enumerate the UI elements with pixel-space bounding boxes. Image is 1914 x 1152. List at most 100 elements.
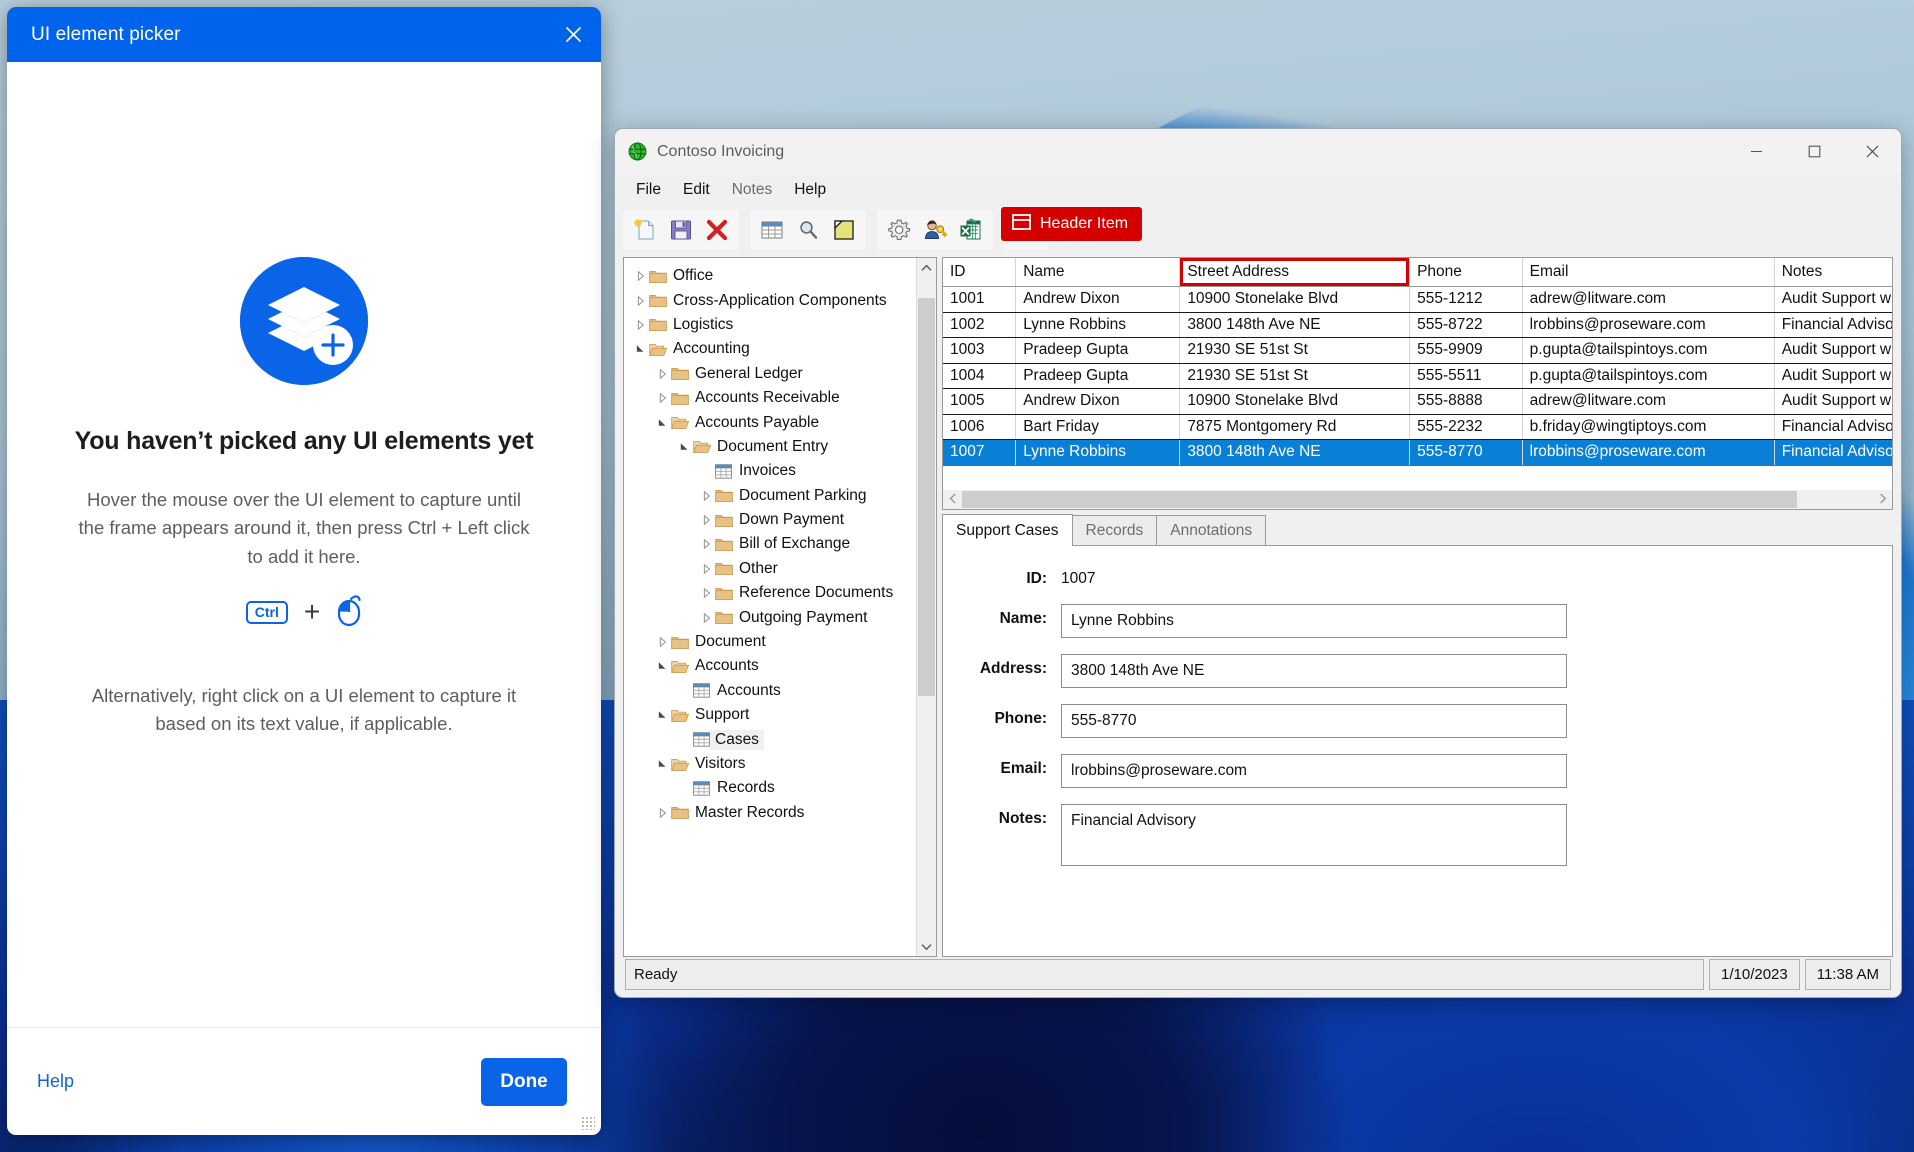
grid-cell[interactable]: 555-9909	[1410, 338, 1523, 364]
grid-cell[interactable]: 1001	[943, 287, 1016, 313]
table-row[interactable]: 1003Pradeep Gupta21930 SE 51st St555-990…	[943, 338, 1893, 364]
grid-column-header-notes[interactable]: Notes	[1774, 258, 1893, 287]
grid-cell[interactable]: 3800 148th Ave NE	[1180, 440, 1410, 466]
notes-field[interactable]: Financial Advisory	[1061, 804, 1567, 866]
chevron-down-icon[interactable]	[632, 344, 649, 354]
grid-cell[interactable]: 7875 Montgomery Rd	[1180, 414, 1410, 440]
tree-node-master-records[interactable]: Master Records	[624, 801, 916, 825]
tree-node-accounts-payable[interactable]: Accounts Payable	[624, 410, 916, 434]
chevron-right-icon[interactable]	[698, 564, 715, 574]
user-key-icon[interactable]	[918, 213, 952, 247]
grid-cell[interactable]: 1002	[943, 312, 1016, 338]
grid-cell[interactable]: 555-8770	[1410, 440, 1523, 466]
table-row[interactable]: 1006Bart Friday7875 Montgomery Rd555-223…	[943, 414, 1893, 440]
tree-node-cross-application-components[interactable]: Cross-Application Components	[624, 288, 916, 312]
chevron-right-icon[interactable]	[698, 613, 715, 623]
email-field[interactable]: lrobbins@proseware.com	[1061, 754, 1567, 788]
grid-cell[interactable]: 10900 Stonelake Blvd	[1180, 287, 1410, 313]
tree-node-office[interactable]: Office	[624, 264, 916, 288]
grid-cell[interactable]: 1004	[943, 363, 1016, 389]
tree-node-down-payment[interactable]: Down Payment	[624, 508, 916, 532]
grid-cell[interactable]: 1007	[943, 440, 1016, 466]
scroll-left-icon[interactable]	[943, 493, 962, 507]
grid-cell[interactable]: 10900 Stonelake Blvd	[1180, 389, 1410, 415]
grid-cell[interactable]: 1003	[943, 338, 1016, 364]
help-link[interactable]: Help	[37, 1071, 74, 1092]
tree-node-invoices[interactable]: Invoices	[624, 459, 916, 483]
new-document-icon[interactable]	[628, 213, 662, 247]
grid-cell[interactable]: lrobbins@proseware.com	[1522, 440, 1774, 466]
chevron-right-icon[interactable]	[698, 491, 715, 501]
chevron-down-icon[interactable]	[654, 759, 671, 769]
chevron-down-icon[interactable]	[654, 661, 671, 671]
grid-cell[interactable]: Lynne Robbins	[1016, 440, 1180, 466]
name-field[interactable]: Lynne Robbins	[1061, 604, 1567, 638]
tree-node-document-parking[interactable]: Document Parking	[624, 484, 916, 508]
grid-cell[interactable]: 555-2232	[1410, 414, 1523, 440]
search-magnifier-icon[interactable]	[791, 213, 825, 247]
save-floppy-icon[interactable]	[664, 213, 698, 247]
settings-gear-icon[interactable]	[882, 213, 916, 247]
grid-cell[interactable]: 555-8888	[1410, 389, 1523, 415]
grid-cell[interactable]: 3800 148th Ave NE	[1180, 312, 1410, 338]
tree-node-other[interactable]: Other	[624, 557, 916, 581]
chevron-down-icon[interactable]	[654, 710, 671, 720]
chevron-right-icon[interactable]	[632, 296, 649, 306]
grid-cell[interactable]: adrew@litware.com	[1522, 389, 1774, 415]
tree-node-records[interactable]: Records	[624, 776, 916, 800]
grid-cell[interactable]: Pradeep Gupta	[1016, 338, 1180, 364]
tree-node-document[interactable]: Document	[624, 630, 916, 654]
menu-item-edit[interactable]: Edit	[672, 178, 721, 202]
tree-node-accounting[interactable]: Accounting	[624, 337, 916, 361]
table-row[interactable]: 1005Andrew Dixon10900 Stonelake Blvd555-…	[943, 389, 1893, 415]
tree-scrollbar-thumb[interactable]	[918, 298, 935, 696]
grid-cell[interactable]: Andrew Dixon	[1016, 287, 1180, 313]
chevron-right-icon[interactable]	[632, 320, 649, 330]
tree-node-cases[interactable]: Cases	[624, 727, 916, 751]
tree-node-outgoing-payment[interactable]: Outgoing Payment	[624, 605, 916, 629]
address-field[interactable]: 3800 148th Ave NE	[1061, 654, 1567, 688]
tree-node-accounts[interactable]: Accounts	[624, 654, 916, 678]
chevron-right-icon[interactable]	[698, 588, 715, 598]
maximize-icon[interactable]	[1785, 129, 1843, 174]
tab-support-cases[interactable]: Support Cases	[942, 514, 1073, 546]
grid-cell[interactable]: Audit Support w	[1774, 389, 1893, 415]
grid-cell[interactable]: p.gupta@tailspintoys.com	[1522, 363, 1774, 389]
tree-node-visitors[interactable]: Visitors	[624, 752, 916, 776]
grid-column-header-street-address[interactable]: Street Address	[1180, 258, 1410, 287]
tab-records[interactable]: Records	[1072, 515, 1158, 546]
chevron-right-icon[interactable]	[654, 637, 671, 647]
scroll-down-icon[interactable]	[917, 937, 936, 956]
menu-item-help[interactable]: Help	[783, 178, 837, 202]
scroll-up-icon[interactable]	[917, 258, 936, 277]
grid-column-header-phone[interactable]: Phone	[1410, 258, 1523, 287]
excel-export-icon[interactable]	[954, 213, 988, 247]
table-row[interactable]: 1002Lynne Robbins3800 148th Ave NE555-87…	[943, 312, 1893, 338]
delete-red-x-icon[interactable]	[700, 213, 734, 247]
grid-cell[interactable]: Financial Adviso	[1774, 440, 1893, 466]
grid-column-header-email[interactable]: Email	[1522, 258, 1774, 287]
grid-cell[interactable]: Lynne Robbins	[1016, 312, 1180, 338]
resize-grip[interactable]	[581, 1116, 595, 1130]
grid-cell[interactable]: Audit Support w	[1774, 363, 1893, 389]
close-icon[interactable]	[1843, 129, 1901, 174]
chevron-right-icon[interactable]	[654, 393, 671, 403]
grid-cell[interactable]: b.friday@wingtiptoys.com	[1522, 414, 1774, 440]
chevron-right-icon[interactable]	[698, 539, 715, 549]
grid-cell[interactable]: 21930 SE 51st St	[1180, 363, 1410, 389]
table-row[interactable]: 1001Andrew Dixon10900 Stonelake Blvd555-…	[943, 287, 1893, 313]
grid-cell[interactable]: 1006	[943, 414, 1016, 440]
scroll-right-icon[interactable]	[1873, 493, 1892, 507]
grid-cell[interactable]: Audit Support w	[1774, 287, 1893, 313]
tab-annotations[interactable]: Annotations	[1156, 515, 1266, 546]
grid-cell[interactable]: Pradeep Gupta	[1016, 363, 1180, 389]
menu-item-notes[interactable]: Notes	[721, 178, 784, 202]
tree-node-document-entry[interactable]: Document Entry	[624, 435, 916, 459]
grid-cell[interactable]: Bart Friday	[1016, 414, 1180, 440]
grid-column-header-id[interactable]: ID	[943, 258, 1016, 287]
chevron-right-icon[interactable]	[698, 515, 715, 525]
grid-cell[interactable]: Financial Adviso	[1774, 414, 1893, 440]
grid-cell[interactable]: Andrew Dixon	[1016, 389, 1180, 415]
grid-cell[interactable]: lrobbins@proseware.com	[1522, 312, 1774, 338]
close-icon[interactable]	[545, 7, 601, 62]
